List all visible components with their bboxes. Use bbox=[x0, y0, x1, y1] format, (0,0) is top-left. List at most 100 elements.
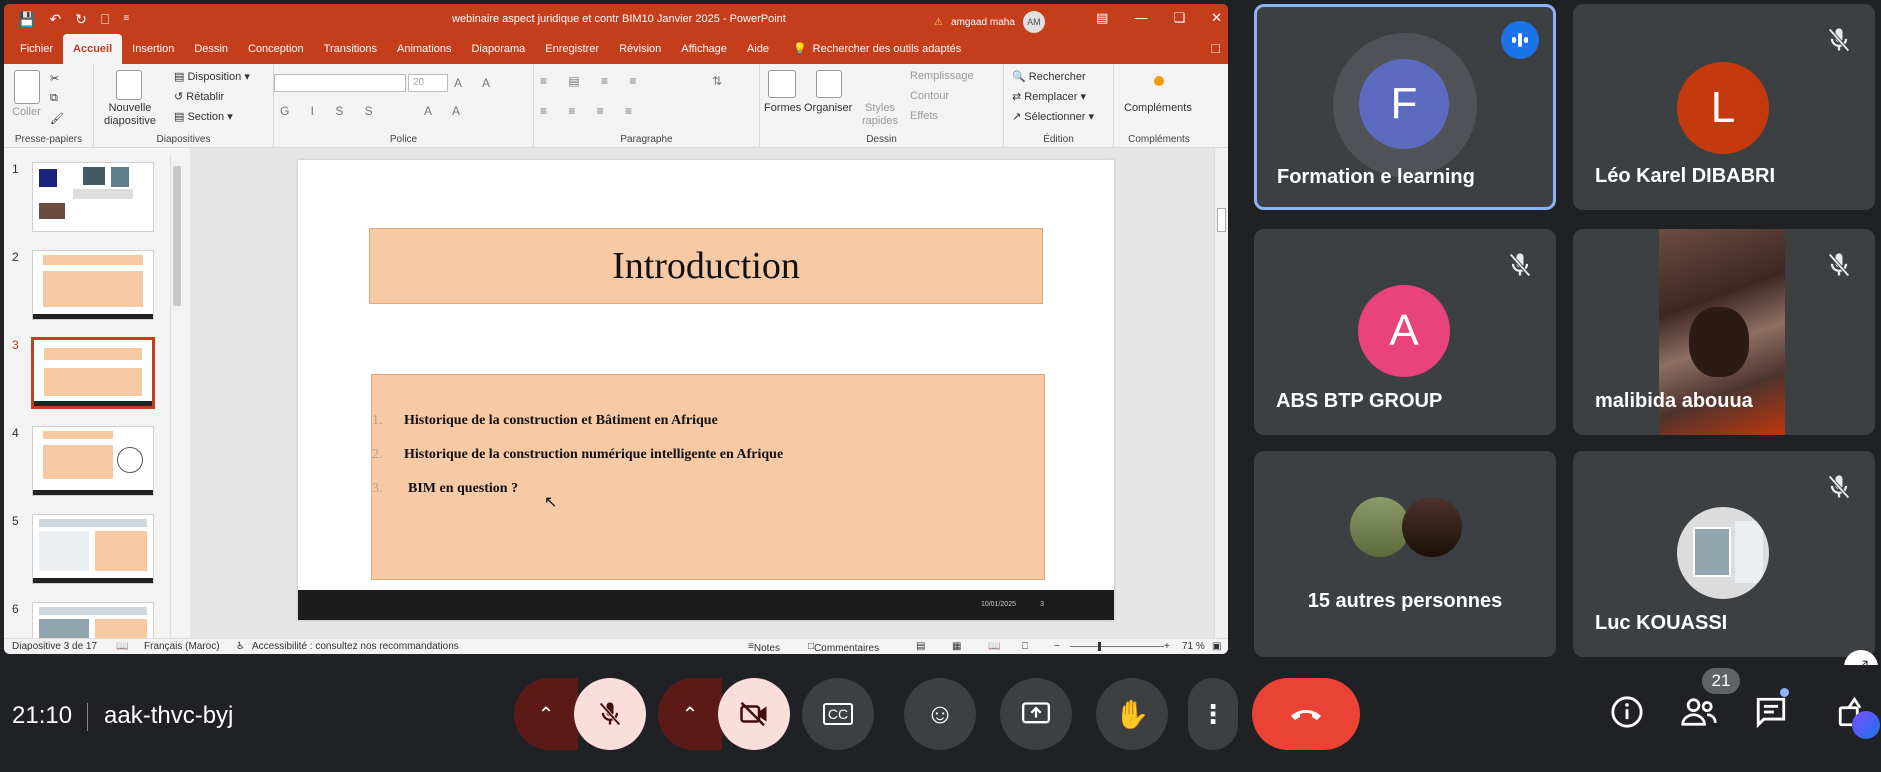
search-tools[interactable]: 💡 Rechercher des outils adaptés bbox=[779, 34, 971, 64]
thumbnail-image[interactable] bbox=[32, 162, 154, 232]
thumbnail-image-selected[interactable] bbox=[31, 337, 155, 409]
warning-icon[interactable]: ⚠ bbox=[934, 17, 943, 28]
slide-counter[interactable]: Diapositive 3 de 17 bbox=[12, 641, 97, 652]
thumbnail-image[interactable] bbox=[32, 602, 154, 642]
slide-scrollbar-thumb[interactable] bbox=[1217, 208, 1226, 232]
user-avatar[interactable]: AM bbox=[1022, 11, 1045, 33]
microphone-toggle-button[interactable] bbox=[574, 678, 646, 750]
zoom-out-icon[interactable]: − bbox=[1054, 641, 1060, 652]
new-slide-icon[interactable] bbox=[116, 70, 142, 100]
tab-dessin[interactable]: Dessin bbox=[184, 34, 238, 64]
present-screen-button[interactable] bbox=[1000, 678, 1072, 750]
tab-affichage[interactable]: Affichage bbox=[671, 34, 737, 64]
tab-revision[interactable]: Révision bbox=[609, 34, 671, 64]
captions-button[interactable]: CC bbox=[802, 678, 874, 750]
customize-qat-icon[interactable]: ≡ bbox=[123, 12, 129, 26]
effects-button[interactable]: Effets bbox=[910, 110, 938, 122]
participant-tile-others[interactable]: 15 autres personnes bbox=[1254, 451, 1556, 657]
slideshow-icon[interactable]: ⎕ bbox=[1022, 641, 1028, 652]
font-family-select[interactable] bbox=[274, 74, 406, 92]
present-icon[interactable]: ⎕ bbox=[101, 12, 109, 26]
arrange-button[interactable]: Organiser bbox=[804, 102, 852, 114]
thumbnail-2[interactable]: 2 bbox=[4, 250, 176, 330]
close-icon[interactable]: ✕ bbox=[1211, 10, 1222, 26]
list-icons[interactable]: ≡ ▤ ≡ ≡ bbox=[540, 74, 645, 88]
thumbnail-3[interactable]: 3 bbox=[4, 337, 176, 418]
accessibility-icon[interactable]: ♿ bbox=[236, 641, 245, 652]
participants-button[interactable] bbox=[1680, 695, 1718, 734]
font-color-icons[interactable]: A A bbox=[424, 104, 469, 118]
participant-tile-5[interactable]: Luc KOUASSI bbox=[1573, 451, 1875, 657]
find-button[interactable]: 🔍 Rechercher bbox=[1012, 70, 1086, 83]
thumbnail-6[interactable]: 6 bbox=[4, 602, 176, 642]
font-style-icons[interactable]: G I S S bbox=[280, 104, 382, 118]
accessibility-label[interactable]: Accessibilité : consultez nos recommanda… bbox=[252, 641, 459, 652]
tab-transitions[interactable]: Transitions bbox=[314, 34, 387, 64]
zoom-level[interactable]: 71 % bbox=[1182, 641, 1205, 652]
font-grow-shrink-icons[interactable]: A A bbox=[454, 76, 499, 90]
thumbnail-1[interactable]: 1 bbox=[4, 162, 176, 242]
comments-icon[interactable]: □ bbox=[1212, 40, 1220, 56]
current-slide[interactable]: Introduction 1. Historique de la constru… bbox=[298, 160, 1114, 620]
participant-tile-3[interactable]: A ABS BTP GROUP bbox=[1254, 229, 1556, 435]
fill-button[interactable]: Remplissage bbox=[910, 70, 974, 82]
zoom-slider-thumb[interactable] bbox=[1098, 642, 1101, 651]
shapes-icon[interactable] bbox=[768, 70, 796, 98]
language-label[interactable]: Français (Maroc) bbox=[144, 641, 220, 652]
audio-options-button[interactable]: ⌃ bbox=[514, 678, 578, 750]
copy-icon[interactable]: ⧉ bbox=[50, 92, 58, 105]
fit-slide-icon[interactable]: ▣ bbox=[1212, 641, 1221, 652]
slide-scrollbar[interactable] bbox=[1214, 148, 1228, 642]
layout-button[interactable]: ▤ Disposition ▾ bbox=[174, 70, 250, 83]
scrollbar-thumb[interactable] bbox=[173, 166, 181, 306]
format-painter-icon[interactable]: 🖌 bbox=[50, 112, 64, 125]
arrange-icon[interactable] bbox=[816, 70, 842, 98]
paste-label[interactable]: Coller bbox=[12, 106, 41, 118]
notes-button[interactable]: ≡ Notes bbox=[748, 641, 780, 654]
thumbnail-image[interactable] bbox=[32, 426, 154, 496]
align-icons[interactable]: ≡ ≡ ≡ ≡ bbox=[540, 104, 641, 118]
addins-button[interactable]: Compléments bbox=[1124, 102, 1192, 114]
section-button[interactable]: ▤ Section ▾ bbox=[174, 110, 233, 123]
tab-aide[interactable]: Aide bbox=[737, 34, 779, 64]
reactions-button[interactable]: ☺ bbox=[904, 678, 976, 750]
font-size-select[interactable]: 20 bbox=[408, 74, 448, 92]
save-icon[interactable]: 💾 bbox=[18, 12, 35, 26]
outline-button[interactable]: Contour bbox=[910, 90, 949, 102]
thumbnail-4[interactable]: 4 bbox=[4, 426, 176, 506]
zoom-slider[interactable] bbox=[1070, 646, 1164, 647]
more-options-button[interactable]: ⋮ bbox=[1188, 678, 1238, 750]
reset-button[interactable]: ↺ Rétablir bbox=[174, 90, 224, 103]
tab-insertion[interactable]: Insertion bbox=[122, 34, 184, 64]
thumbnail-image[interactable] bbox=[32, 514, 154, 584]
slide-content-box[interactable]: 1. Historique de la construction et Bâti… bbox=[371, 374, 1045, 580]
participant-tile-2[interactable]: L Léo Karel DIBABRI bbox=[1573, 4, 1875, 210]
raise-hand-button[interactable]: ✋ bbox=[1096, 678, 1168, 750]
ribbon-display-icon[interactable]: ▤ bbox=[1096, 10, 1108, 26]
slide-sorter-icon[interactable]: ▦ bbox=[952, 641, 961, 652]
shapes-button[interactable]: Formes bbox=[764, 102, 801, 114]
minimize-icon[interactable]: — bbox=[1134, 10, 1147, 26]
slide-title-box[interactable]: Introduction bbox=[369, 228, 1043, 304]
addins-icon[interactable] bbox=[1154, 76, 1164, 86]
tab-animations[interactable]: Animations bbox=[387, 34, 461, 64]
camera-toggle-button[interactable] bbox=[718, 678, 790, 750]
zoom-in-icon[interactable]: + bbox=[1164, 641, 1170, 652]
undo-icon[interactable]: ↶ bbox=[49, 12, 61, 26]
tab-fichier[interactable]: Fichier bbox=[10, 34, 63, 64]
redo-icon[interactable]: ↻ bbox=[75, 12, 87, 26]
normal-view-icon[interactable]: ▤ bbox=[916, 641, 925, 652]
quick-styles-button[interactable]: Styles rapides bbox=[860, 102, 900, 128]
direction-icons[interactable]: ⇅ bbox=[712, 74, 731, 88]
thumbnail-image[interactable] bbox=[32, 250, 154, 320]
video-options-button[interactable]: ⌃ bbox=[658, 678, 722, 750]
maximize-icon[interactable]: ❏ bbox=[1173, 10, 1185, 26]
select-button[interactable]: ↗ Sélectionner ▾ bbox=[1012, 110, 1094, 123]
thumbnail-scrollbar[interactable] bbox=[170, 154, 182, 638]
spellcheck-icon[interactable]: 📖 bbox=[116, 641, 128, 652]
tab-diaporama[interactable]: Diaporama bbox=[461, 34, 535, 64]
tab-enregistrer[interactable]: Enregistrer bbox=[535, 34, 609, 64]
gemini-icon[interactable] bbox=[1852, 711, 1880, 739]
replace-button[interactable]: ⇄ Remplacer ▾ bbox=[1012, 90, 1086, 103]
paste-icon[interactable] bbox=[14, 70, 40, 104]
